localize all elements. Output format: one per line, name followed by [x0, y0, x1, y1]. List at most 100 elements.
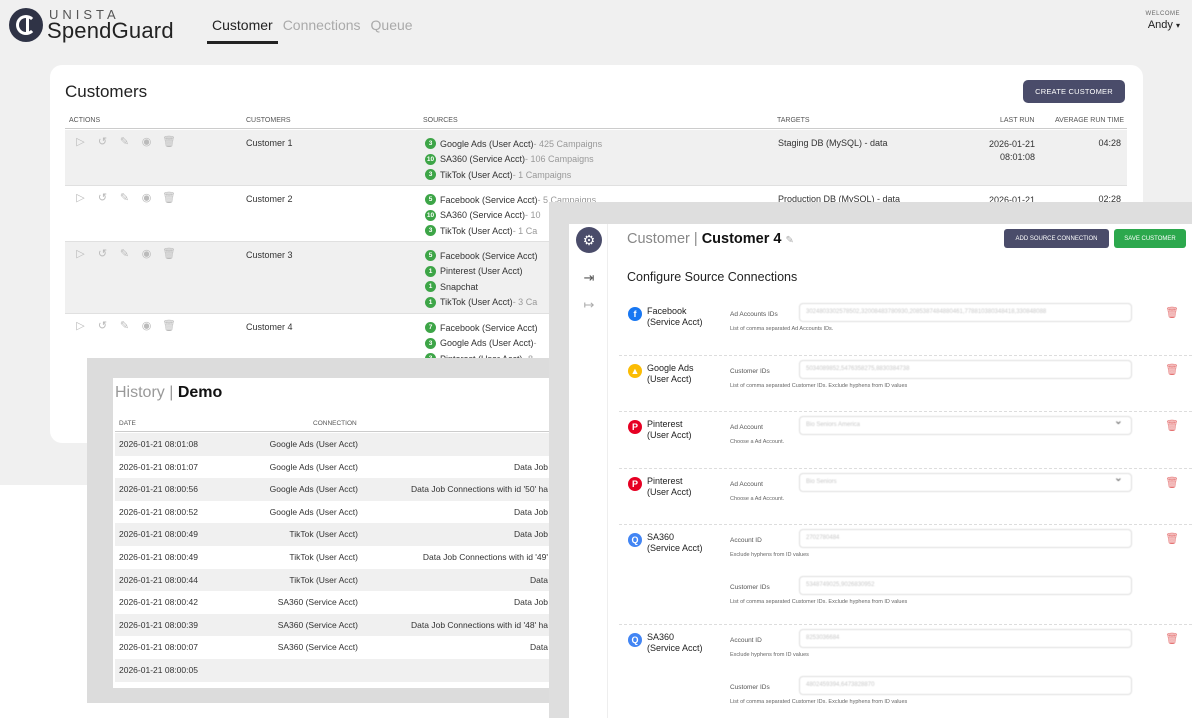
source-detail: - 425 Campaigns	[533, 138, 603, 149]
id-input[interactable]: 3024803302578502,32008483780930,20853874…	[799, 303, 1132, 322]
view-icon[interactable]: ◉	[140, 136, 153, 148]
customer-name[interactable]: Customer 4	[246, 322, 293, 332]
run-icon[interactable]: ▷	[74, 248, 87, 260]
source-connection-block: Q SA360 (Service Acct) 🗑 Account ID 825303668…	[619, 625, 1192, 718]
history-date: 2026-01-21 08:00:44	[119, 574, 198, 585]
delete-source-icon[interactable]: 🗑	[1165, 633, 1179, 646]
edit-icon[interactable]: ✎	[118, 192, 131, 204]
history-connection: SA360 (Service Acct)	[277, 619, 358, 630]
last-run-time: 08:01:08	[999, 152, 1035, 162]
brand-name: SpendGuard	[47, 18, 174, 43]
history-title: History | Demo	[115, 384, 222, 402]
section-title: Configure Source Connections	[627, 270, 798, 284]
edit-icon[interactable]: ✎	[118, 320, 131, 332]
google-ads-icon: ▲	[628, 363, 642, 378]
history-row: 2026-01-21 08:00:49 TikTok (User Acct) Dat…	[115, 523, 557, 546]
source-count-badge: 3	[425, 225, 436, 237]
table-row: ▷ ↺ ✎ ◉ 🗑 Customer 1 3 Google Ads (User A…	[65, 130, 1127, 186]
history-date: 2026-01-21 08:00:39	[119, 619, 198, 630]
create-customer-button[interactable]: CREATE CUSTOMER	[1023, 80, 1125, 103]
source-count-badge: 1	[425, 281, 436, 293]
view-icon[interactable]: ◉	[140, 192, 153, 204]
customer-name[interactable]: Customer 2	[246, 194, 293, 204]
add-source-connection-button[interactable]: ADD SOURCE CONNECTION	[1004, 229, 1109, 248]
edit-name-icon[interactable]: ✎	[786, 235, 794, 246]
last-run-date: 2026-01-21	[988, 139, 1035, 149]
delete-icon[interactable]: 🗑	[162, 136, 176, 148]
id-input[interactable]: 4802459394,6473828870	[799, 676, 1132, 695]
welcome-label: WELCOME	[1145, 11, 1180, 17]
field-label: Account ID	[730, 537, 762, 544]
delete-source-icon[interactable]: 🗑	[1165, 364, 1179, 377]
tab-connections[interactable]: Connections	[278, 17, 366, 44]
history-table-header: DATE CONNECTION	[115, 420, 557, 432]
source-name: SA360 (Service Acct)	[440, 210, 526, 221]
source-name-line2: (Service Acct)	[647, 317, 703, 327]
source-name-line2: (User Acct)	[647, 430, 692, 440]
run-icon[interactable]: ▷	[74, 136, 87, 148]
id-input[interactable]: 5348749025,9026830952	[799, 576, 1132, 595]
source-item: 1 TikTok (User Acct) - 3 Ca	[425, 295, 538, 311]
id-input[interactable]: 8253036684	[799, 629, 1132, 648]
delete-icon[interactable]: 🗑	[162, 248, 176, 260]
logo[interactable]: UNISTA SpendGuard	[9, 7, 179, 47]
history-icon[interactable]: ↺	[96, 248, 109, 260]
tab-customer[interactable]: Customer	[207, 17, 278, 44]
history-row: 2026-01-21 08:01:07 Google Ads (User Acct…	[115, 456, 557, 479]
id-input[interactable]: 5034089852,5476358275,8830384738	[799, 359, 1132, 379]
customer-name[interactable]: Customer 1	[246, 138, 293, 148]
history-connection: TikTok (User Acct)	[289, 552, 358, 562]
history-message: Data	[530, 642, 548, 653]
ad-account-select[interactable]: Bio Seniors America	[799, 416, 1132, 435]
delete-source-icon[interactable]: 🗑	[1165, 307, 1179, 320]
source-count-badge: 5	[425, 194, 436, 206]
source-item: 7 Facebook (Service Acct)	[425, 320, 538, 336]
source-name-line1: SA360	[647, 632, 675, 642]
source-count-badge: 1	[425, 265, 436, 277]
source-detail: - 10	[525, 210, 541, 221]
delete-source-icon[interactable]: 🗑	[1165, 477, 1179, 490]
delete-source-icon[interactable]: 🗑	[1165, 533, 1179, 546]
source-name: TikTok (User Acct)	[440, 225, 513, 236]
history-date: 2026-01-21 08:00:05	[119, 665, 198, 675]
edit-icon[interactable]: ✎	[118, 136, 131, 148]
history-date: 2026-01-21 08:00:49	[119, 552, 198, 562]
history-message: Data Job	[513, 506, 548, 517]
history-row: 2026-01-21 08:00:39 SA360 (Service Acct) D…	[115, 613, 557, 637]
source-detail: - 1 Ca	[512, 225, 538, 236]
field-help: Exclude hyphens from ID values	[730, 552, 809, 558]
editor-customer-name: Customer 4	[701, 231, 782, 247]
settings-cog-icon[interactable]: ⚙	[576, 227, 602, 253]
save-customer-button[interactable]: SAVE CUSTOMER	[1114, 229, 1186, 248]
source-name: Facebook (Service Acct)	[647, 306, 703, 328]
user-menu[interactable]: WELCOME Andy ▾	[1145, 11, 1180, 31]
history-icon[interactable]: ↺	[96, 192, 109, 204]
source-name: Google Ads (User Acct)	[440, 138, 534, 149]
id-input[interactable]: 2702780484	[799, 529, 1132, 548]
source-name-line1: SA360	[647, 532, 675, 542]
field-help: List of comma separated Customer IDs. Ex…	[730, 382, 908, 389]
history-icon[interactable]: ↺	[96, 136, 109, 148]
history-date: 2026-01-21 08:00:07	[119, 642, 198, 653]
history-date: 2026-01-21 08:00:42	[119, 597, 198, 608]
import-icon[interactable]: ⇥	[581, 270, 597, 286]
history-row: 2026-01-21 08:00:07 SA360 (Service Acct) D…	[115, 636, 557, 659]
customer-name[interactable]: Customer 3	[246, 250, 293, 260]
tab-queue[interactable]: Queue	[366, 17, 418, 44]
export-icon[interactable]: ↦	[581, 297, 597, 313]
source-item: 3 TikTok (User Acct) - 1 Campaigns	[425, 167, 602, 183]
history-icon[interactable]: ↺	[96, 320, 109, 332]
run-icon[interactable]: ▷	[74, 320, 87, 332]
ad-account-select[interactable]: Bio Seniors	[799, 472, 1132, 492]
delete-source-icon[interactable]: 🗑	[1165, 420, 1179, 433]
edit-icon[interactable]: ✎	[118, 248, 131, 260]
source-name-line1: Pinterest	[647, 475, 683, 486]
col-date: DATE	[119, 420, 136, 427]
delete-icon[interactable]: 🗑	[162, 320, 176, 332]
delete-icon[interactable]: 🗑	[162, 192, 176, 204]
view-icon[interactable]: ◉	[140, 320, 153, 332]
run-icon[interactable]: ▷	[74, 192, 87, 204]
history-message: Data Job	[513, 461, 548, 472]
history-connection: TikTok (User Acct)	[289, 529, 358, 540]
view-icon[interactable]: ◉	[140, 248, 153, 260]
